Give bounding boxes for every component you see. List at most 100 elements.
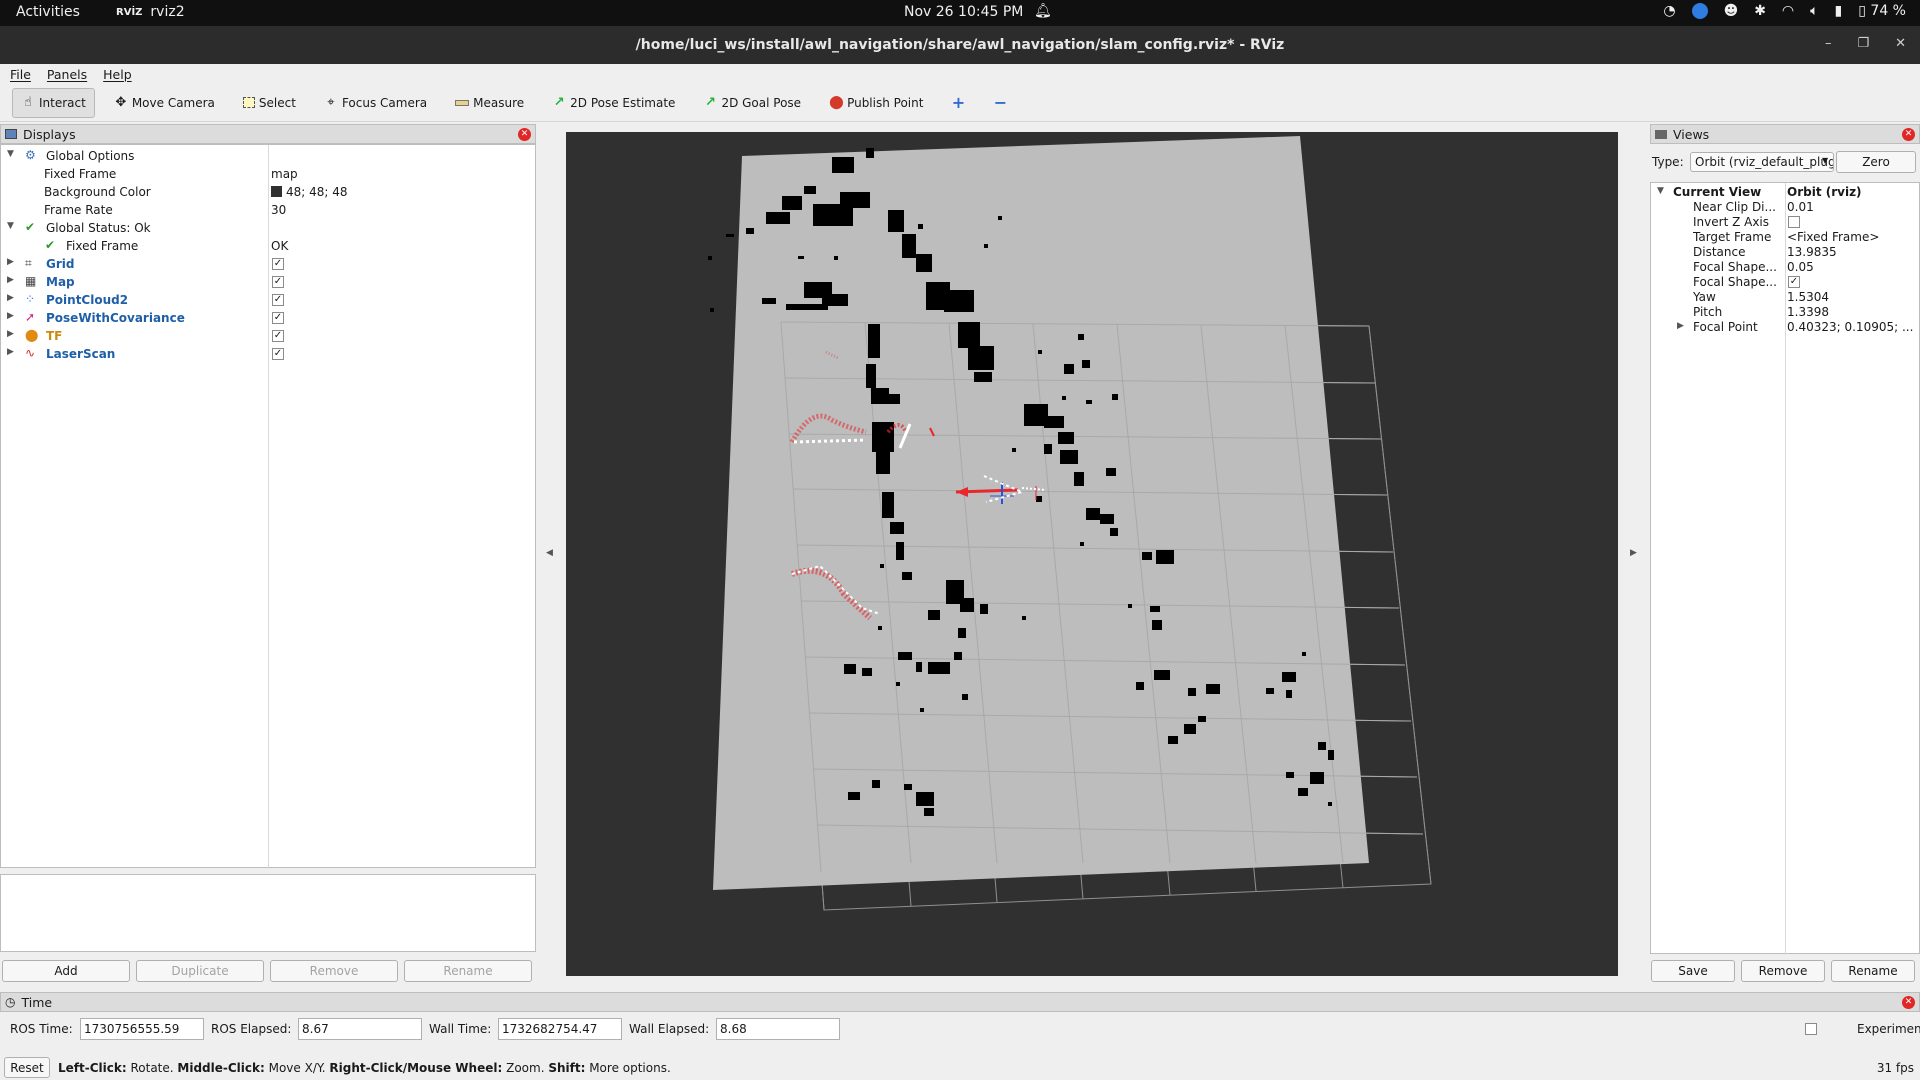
- move-camera-tool[interactable]: ✥ Move Camera: [105, 88, 224, 118]
- collapse-arrow-icon[interactable]: ▶: [7, 329, 14, 339]
- tree-row-fixed-frame[interactable]: Fixed Frame map: [1, 165, 535, 183]
- focal-shape-fixed-checkbox[interactable]: ✓: [1788, 276, 1800, 288]
- close-time-icon[interactable]: ✕: [1902, 996, 1915, 1009]
- reset-button[interactable]: Reset: [4, 1057, 50, 1078]
- tree-row-global-status[interactable]: ▼ ✔ Global Status: Ok: [1, 219, 535, 237]
- tf-enabled-checkbox[interactable]: ✓: [272, 330, 284, 342]
- 3d-render-view[interactable]: [566, 132, 1618, 976]
- pointcloud2-enabled-checkbox[interactable]: ✓: [272, 294, 284, 306]
- collapse-arrow-icon[interactable]: ▶: [7, 347, 14, 357]
- wall-elapsed-field[interactable]: 8.68: [716, 1018, 840, 1040]
- menu-file[interactable]: File: [10, 67, 31, 82]
- add-display-button[interactable]: Add: [2, 960, 130, 982]
- system-tray[interactable]: ◔ ☻ ✱ ◠ 🔈︎ ▮ ▯ 74 %: [1663, 3, 1906, 19]
- view-prop-row[interactable]: Target Frame <Fixed Frame>: [1651, 230, 1919, 245]
- pose-estimate-tool[interactable]: ↗ 2D Pose Estimate: [543, 88, 684, 118]
- sync-icon[interactable]: ◔: [1663, 3, 1675, 19]
- activities-button[interactable]: Activities: [16, 4, 80, 20]
- close-icon[interactable]: ✕: [1895, 36, 1906, 51]
- clock[interactable]: Nov 26 10:45 PM: [904, 4, 1023, 20]
- laserscan-enabled-checkbox[interactable]: ✓: [272, 348, 284, 360]
- tree-row-frame-rate[interactable]: Frame Rate 30: [1, 201, 535, 219]
- slack-icon[interactable]: ✱: [1754, 3, 1766, 19]
- display-item-grid[interactable]: ▶ ⌗ Grid ✓: [1, 255, 535, 273]
- view-prop-row[interactable]: Near Clip Di... 0.01: [1651, 200, 1919, 215]
- zero-button[interactable]: Zero: [1836, 151, 1916, 173]
- collapse-right-arrow-icon[interactable]: ▶: [1630, 548, 1637, 558]
- focus-camera-tool[interactable]: ⌖ Focus Camera: [315, 88, 436, 118]
- focal-point-value[interactable]: 0.40323; 0.10905; ...: [1787, 320, 1917, 334]
- displays-header[interactable]: Displays ✕: [0, 124, 536, 144]
- expand-arrow-icon[interactable]: ▼: [7, 221, 14, 231]
- menu-help[interactable]: Help: [103, 67, 132, 82]
- view-prop-row[interactable]: Distance 13.9835: [1651, 245, 1919, 260]
- app-menu[interactable]: RVİZ rviz2: [116, 4, 185, 20]
- collapse-arrow-icon[interactable]: ▶: [7, 275, 14, 285]
- maximize-icon[interactable]: ❐: [1857, 36, 1869, 51]
- add-tool-button[interactable]: +: [942, 88, 974, 118]
- map-enabled-checkbox[interactable]: ✓: [272, 276, 284, 288]
- measure-tool[interactable]: Measure: [446, 88, 533, 118]
- collapse-arrow-icon[interactable]: ▶: [7, 311, 14, 321]
- discord-icon[interactable]: ☻: [1724, 3, 1739, 19]
- view-prop-row[interactable]: Focal Shape... ✓: [1651, 275, 1919, 290]
- views-header[interactable]: Views ✕: [1650, 124, 1920, 144]
- remove-display-button[interactable]: Remove: [270, 960, 398, 982]
- displays-tree[interactable]: ▼ ⚙ Global Options Fixed Frame map Backg…: [0, 144, 536, 869]
- duplicate-display-button[interactable]: Duplicate: [136, 960, 264, 982]
- display-item-laserscan[interactable]: ▶ ∿ LaserScan ✓: [1, 345, 535, 363]
- focal-shape-size-value[interactable]: 0.05: [1787, 260, 1917, 274]
- ros-elapsed-field[interactable]: 8.67: [298, 1018, 422, 1040]
- tree-row-status-fixed-frame[interactable]: ✔ Fixed Frame OK: [1, 237, 535, 255]
- window-title-bar[interactable]: /home/luci_ws/install/awl_navigation/sha…: [0, 26, 1920, 64]
- publish-point-tool[interactable]: ⬤ Publish Point: [820, 88, 932, 118]
- display-item-posewithcovariance[interactable]: ▶ ➚ PoseWithCovariance ✓: [1, 309, 535, 327]
- menu-panels[interactable]: Panels: [47, 67, 87, 82]
- view-prop-row[interactable]: Invert Z Axis: [1651, 215, 1919, 230]
- invert-z-checkbox[interactable]: [1788, 216, 1800, 228]
- collapse-left-arrow-icon[interactable]: ◀: [546, 548, 553, 558]
- close-displays-icon[interactable]: ✕: [518, 128, 531, 141]
- view-type-select[interactable]: Orbit (rviz_default_plugins): [1690, 152, 1834, 172]
- collapse-arrow-icon[interactable]: ▶: [7, 293, 14, 303]
- wall-time-field[interactable]: 1732682754.47: [498, 1018, 622, 1040]
- save-view-button[interactable]: Save: [1651, 960, 1735, 982]
- view-prop-row[interactable]: ▶ Focal Point 0.40323; 0.10905; ...: [1651, 320, 1919, 335]
- fixed-frame-value[interactable]: map: [271, 167, 298, 181]
- view-properties-tree[interactable]: ▼ Current View Orbit (rviz) Near Clip Di…: [1650, 182, 1920, 955]
- tree-row-global-options[interactable]: ▼ ⚙ Global Options: [1, 147, 535, 165]
- display-item-pointcloud2[interactable]: ▶ ⁘ PointCloud2 ✓: [1, 291, 535, 309]
- chevron-down-icon[interactable]: ▼: [1822, 156, 1828, 165]
- close-views-icon[interactable]: ✕: [1902, 128, 1915, 141]
- pitch-value[interactable]: 1.3398: [1787, 305, 1917, 319]
- remove-view-button[interactable]: Remove: [1741, 960, 1825, 982]
- expand-arrow-icon[interactable]: ▼: [7, 149, 14, 159]
- chrome-icon[interactable]: [1691, 3, 1708, 19]
- select-tool[interactable]: Select: [234, 88, 305, 118]
- collapse-arrow-icon[interactable]: ▶: [7, 257, 14, 267]
- view-prop-row[interactable]: Yaw 1.5304: [1651, 290, 1919, 305]
- time-header[interactable]: ◷ Time ✕: [0, 992, 1920, 1012]
- posewithcovariance-enabled-checkbox[interactable]: ✓: [272, 312, 284, 324]
- yaw-value[interactable]: 1.5304: [1787, 290, 1917, 304]
- view-prop-row[interactable]: Pitch 1.3398: [1651, 305, 1919, 320]
- rename-view-button[interactable]: Rename: [1831, 960, 1915, 982]
- ros-time-field[interactable]: 1730756555.59: [80, 1018, 204, 1040]
- interact-tool[interactable]: ☝ Interact: [12, 87, 95, 118]
- target-frame-value[interactable]: <Fixed Frame>: [1787, 230, 1917, 244]
- current-view-row[interactable]: ▼ Current View Orbit (rviz): [1651, 185, 1919, 200]
- distance-value[interactable]: 13.9835: [1787, 245, 1917, 259]
- remove-tool-button[interactable]: −: [984, 88, 1016, 118]
- goal-pose-tool[interactable]: ↗ 2D Goal Pose: [694, 88, 810, 118]
- minimize-icon[interactable]: –: [1825, 36, 1832, 51]
- tree-row-background-color[interactable]: Background Color 48; 48; 48: [1, 183, 535, 201]
- background-color-value[interactable]: 48; 48; 48: [271, 185, 348, 199]
- collapse-arrow-icon[interactable]: ▶: [1677, 321, 1684, 331]
- frame-rate-value[interactable]: 30: [271, 203, 286, 217]
- rename-display-button[interactable]: Rename: [404, 960, 532, 982]
- grid-enabled-checkbox[interactable]: ✓: [272, 258, 284, 270]
- display-item-map[interactable]: ▶ ▦ Map ✓: [1, 273, 535, 291]
- view-prop-row[interactable]: Focal Shape... 0.05: [1651, 260, 1919, 275]
- near-clip-value[interactable]: 0.01: [1787, 200, 1917, 214]
- expand-arrow-icon[interactable]: ▼: [1657, 186, 1664, 196]
